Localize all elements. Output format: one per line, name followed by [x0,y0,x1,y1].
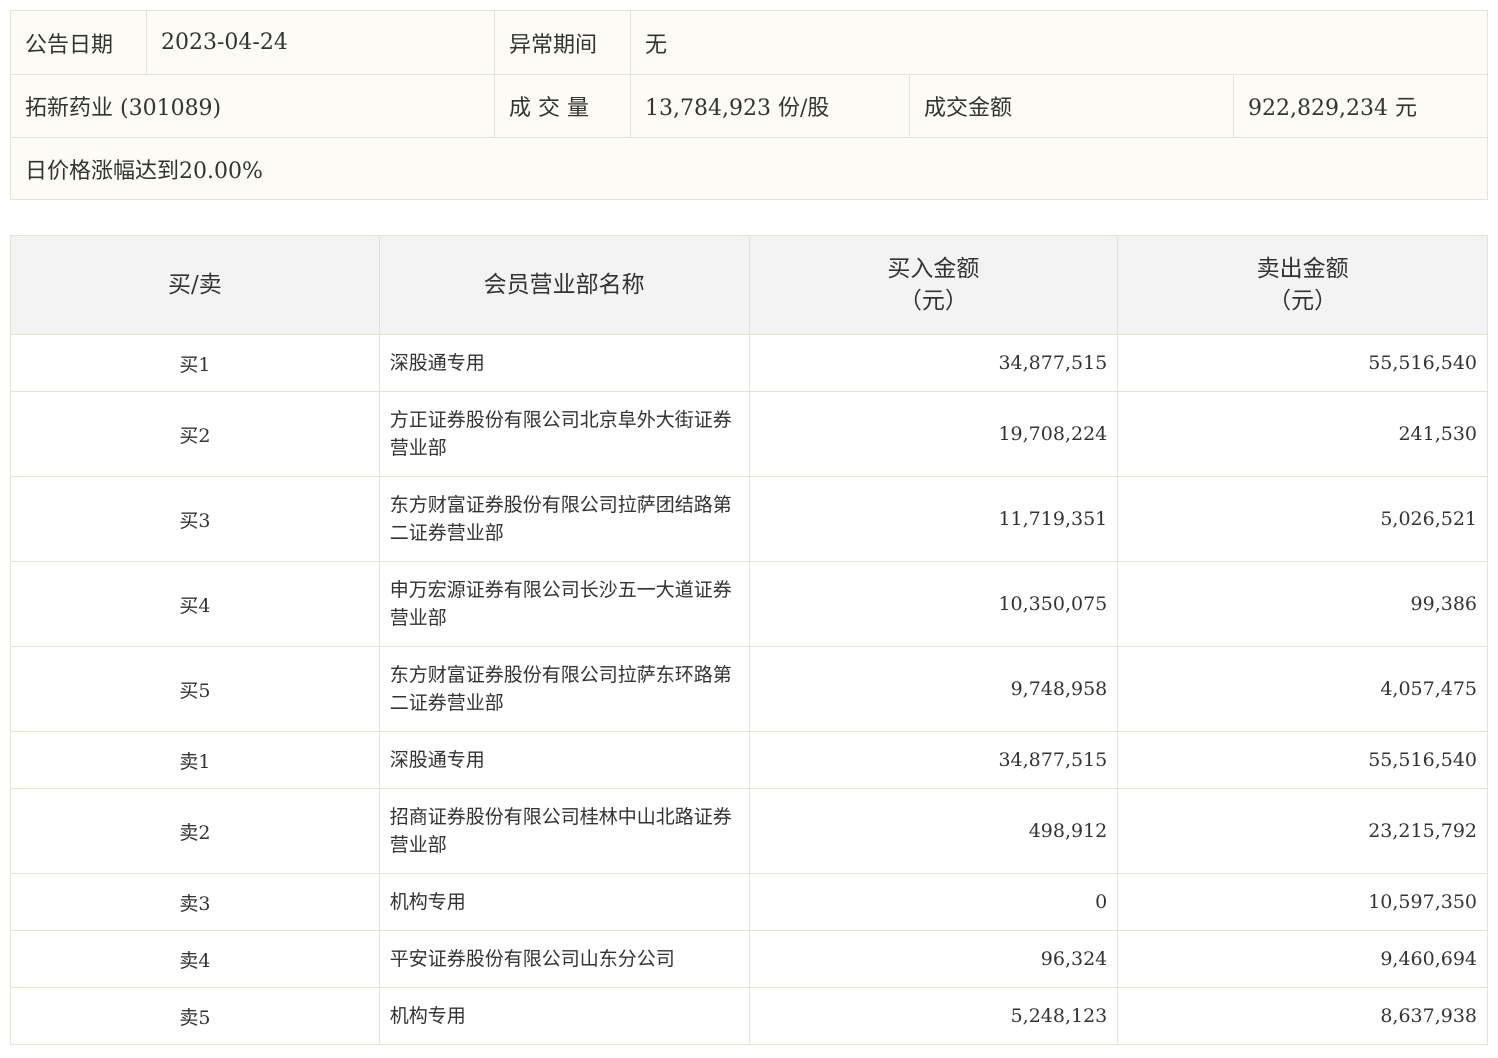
summary-row-date: 公告日期 2023-04-24 异常期间 无 [11,11,1487,75]
cell-side: 卖5 [11,988,380,1045]
cell-buy: 11,719,351 [749,477,1119,562]
cell-branch: 深股通专用 [379,335,750,392]
table-row: 买3 东方财富证券股份有限公司拉萨团结路第二证券营业部 11,719,351 5… [11,477,1489,562]
date-label: 公告日期 [11,11,147,74]
cell-buy: 0 [749,874,1119,931]
cell-buy: 19,708,224 [749,392,1119,477]
header-sell: 卖出金额 （元） [1118,236,1488,335]
trading-table: 买/卖 会员营业部名称 买入金额 （元） 卖出金额 （元） 买1 深股通专用 3… [10,235,1489,1045]
date-value: 2023-04-24 [147,11,495,74]
cell-side: 卖1 [11,732,380,789]
cell-buy: 10,350,075 [749,562,1119,647]
volume-label: 成 交 量 [495,75,631,137]
cell-buy: 34,877,515 [749,732,1119,789]
cell-side: 卖3 [11,874,380,931]
cell-sell: 9,460,694 [1118,931,1489,988]
cell-branch: 机构专用 [379,874,750,931]
header-sell-unit: （元） [1268,288,1338,314]
cell-buy: 9,748,958 [749,647,1119,732]
cell-side: 买1 [11,335,380,392]
table-row: 卖4 平安证券股份有限公司山东分公司 96,324 9,460,694 [11,931,1489,988]
cell-sell: 55,516,540 [1118,335,1489,392]
cell-branch: 机构专用 [379,988,750,1045]
cell-buy: 96,324 [749,931,1119,988]
header-buy-label: 买入金额 [887,256,980,282]
cell-sell: 55,516,540 [1118,732,1489,789]
table-row: 卖5 机构专用 5,248,123 8,637,938 [11,988,1489,1045]
table-row: 买4 申万宏源证券有限公司长沙五一大道证券营业部 10,350,075 99,3… [11,562,1489,647]
header-branch: 会员营业部名称 [379,236,750,335]
table-header: 买/卖 会员营业部名称 买入金额 （元） 卖出金额 （元） [11,236,1488,335]
cell-branch: 方正证券股份有限公司北京阜外大街证券营业部 [379,392,750,477]
table-row: 买2 方正证券股份有限公司北京阜外大街证券营业部 19,708,224 241,… [11,392,1489,477]
cell-side: 买5 [11,647,380,732]
cell-side: 买3 [11,477,380,562]
table-row: 买1 深股通专用 34,877,515 55,516,540 [11,335,1489,392]
stock-name: 拓新药业 (301089) [11,75,495,137]
header-buy-unit: （元） [898,288,968,314]
table-row: 卖1 深股通专用 34,877,515 55,516,540 [11,732,1489,789]
cell-sell: 23,215,792 [1118,789,1489,874]
period-value: 无 [645,32,668,58]
table-row: 卖3 机构专用 0 10,597,350 [11,874,1489,931]
cell-side: 卖2 [11,789,380,874]
cell-sell: 8,637,938 [1118,988,1489,1045]
cell-branch: 平安证券股份有限公司山东分公司 [379,931,750,988]
header-side: 买/卖 [11,236,380,335]
header-sell-label: 卖出金额 [1256,256,1349,282]
cell-sell: 99,386 [1118,562,1489,647]
cell-branch: 申万宏源证券有限公司长沙五一大道证券营业部 [379,562,750,647]
cell-buy: 34,877,515 [749,335,1119,392]
cell-sell: 10,597,350 [1118,874,1489,931]
reason-text: 日价格涨幅达到20.00% [25,158,263,184]
cell-sell: 4,057,475 [1118,647,1489,732]
table-row: 买5 东方财富证券股份有限公司拉萨东环路第二证券营业部 9,748,958 4,… [11,647,1489,732]
volume-value: 13,784,923 份/股 [631,75,910,137]
cell-branch: 东方财富证券股份有限公司拉萨团结路第二证券营业部 [379,477,750,562]
period-label: 异常期间 [495,11,631,74]
cell-sell: 5,026,521 [1118,477,1489,562]
table-row: 卖2 招商证券股份有限公司桂林中山北路证券营业部 498,912 23,215,… [11,789,1489,874]
cell-buy: 5,248,123 [749,988,1119,1045]
summary-row-stock: 拓新药业 (301089) 成 交 量 13,784,923 份/股 成交金额 … [11,75,1487,138]
cell-branch: 招商证券股份有限公司桂林中山北路证券营业部 [379,789,750,874]
cell-side: 买2 [11,392,380,477]
cell-buy: 498,912 [749,789,1119,874]
cell-branch: 深股通专用 [379,732,750,789]
cell-sell: 241,530 [1118,392,1489,477]
cell-branch: 东方财富证券股份有限公司拉萨东环路第二证券营业部 [379,647,750,732]
header-buy: 买入金额 （元） [749,236,1119,335]
header-side-label: 买/卖 [168,272,222,298]
summary-panel: 公告日期 2023-04-24 异常期间 无 拓新药业 (301089) 成 交… [10,10,1488,200]
amount-label: 成交金额 [910,75,1234,137]
summary-row-reason: 日价格涨幅达到20.00% [11,138,1487,199]
cell-side: 买4 [11,562,380,647]
cell-side: 卖4 [11,931,380,988]
amount-value: 922,829,234 元 [1248,96,1417,121]
header-branch-label: 会员营业部名称 [483,272,645,298]
